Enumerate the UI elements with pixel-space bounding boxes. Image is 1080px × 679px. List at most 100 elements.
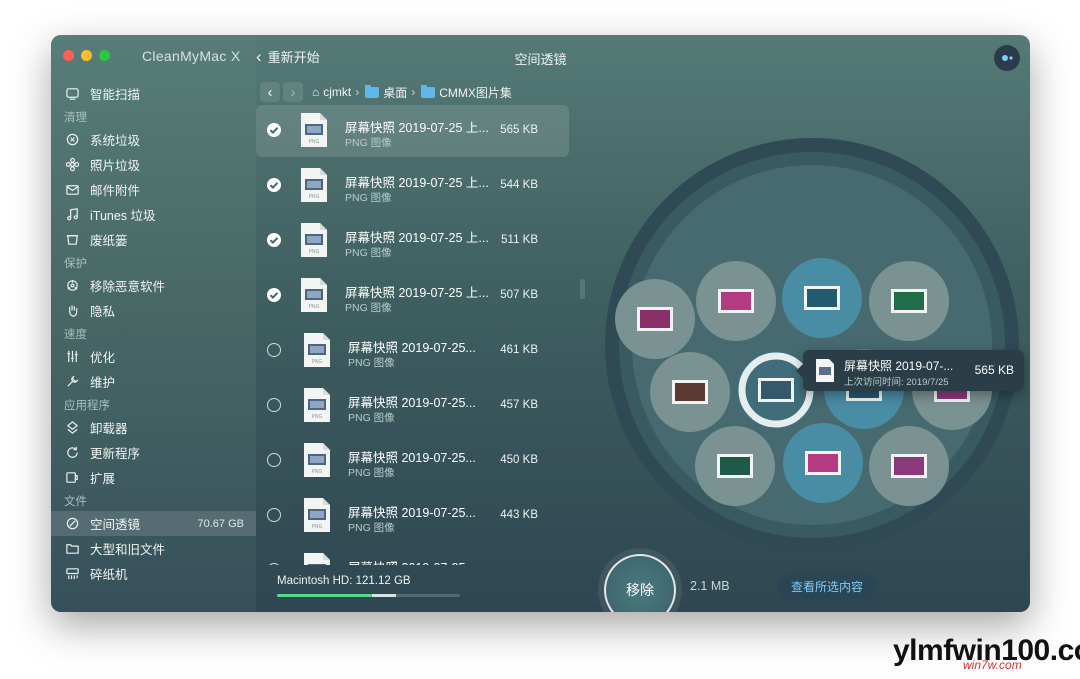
sidebar-item[interactable]: iTunes 垃圾 xyxy=(51,202,256,227)
sidebar-item[interactable]: 扩展 xyxy=(51,465,256,490)
sidebar-item-label: 更新程序 xyxy=(90,447,141,461)
sidebar-item-label: 废纸篓 xyxy=(90,234,128,248)
close-window-button[interactable] xyxy=(63,50,74,61)
sidebar-item-label: 移除恶意软件 xyxy=(90,280,166,294)
file-row[interactable]: PNG 屏幕快照 2019-07-25... PNG 图像 461 KB xyxy=(256,325,569,377)
file-name: 屏幕快照 2019-07-25... xyxy=(348,451,476,465)
trash-system-icon xyxy=(64,132,80,148)
png-file-icon: PNG xyxy=(304,553,330,565)
file-row[interactable]: PNG 屏幕快照 2019-07-25... PNG 图像 443 KB xyxy=(256,490,569,542)
file-name: 屏幕快照 2019-07-25 上... xyxy=(345,286,489,300)
file-type: PNG 图像 xyxy=(345,192,392,204)
sidebar-item-label: 碎纸机 xyxy=(90,568,128,582)
space-lens-map xyxy=(580,138,1019,552)
zoom-window-button[interactable] xyxy=(99,50,110,61)
png-file-icon: PNG xyxy=(301,278,327,312)
back-nav-button[interactable]: ‹ xyxy=(260,82,280,102)
tooltip-file-name: 屏幕快照 2019-07-... xyxy=(844,359,954,373)
file-icon-label: PNG xyxy=(312,469,323,475)
file-size: 565 KB xyxy=(500,124,538,136)
file-row[interactable]: PNG 屏幕快照 2019-07-25 上... PNG 图像 511 KB xyxy=(256,215,569,267)
file-row[interactable]: PNG屏幕快照 2019-07-25...PNG 图像 xyxy=(256,545,569,565)
file-row[interactable]: PNG 屏幕快照 2019-07-25 上... PNG 图像 507 KB xyxy=(256,270,569,322)
file-row[interactable]: PNG 屏幕快照 2019-07-25 上... PNG 图像 544 KB xyxy=(256,160,569,212)
shredder-icon xyxy=(64,566,80,582)
biohazard-icon xyxy=(64,278,80,294)
checkmark-icon xyxy=(269,237,279,245)
file-list: PNG 屏幕快照 2019-07-25 上... PNG 图像 565 KB PNG 屏幕… xyxy=(256,105,569,565)
tooltip-file-size: 565 KB xyxy=(974,363,1014,377)
breadcrumb-desktop[interactable]: 桌面 xyxy=(365,84,407,101)
file-icon-label: PNG xyxy=(309,194,320,200)
file-icon-label: PNG xyxy=(309,304,320,310)
sidebar-item[interactable]: 碎纸机 xyxy=(51,561,256,586)
sidebar-item[interactable]: 大型和旧文件 xyxy=(51,536,256,561)
folder-bubble[interactable] xyxy=(650,352,730,432)
sidebar-item[interactable]: 维护 xyxy=(51,369,256,394)
sidebar-item[interactable]: 隐私 xyxy=(51,298,256,323)
wrench-icon xyxy=(64,374,80,390)
thumbnail-image xyxy=(721,292,751,310)
sidebar-item[interactable]: 邮件附件 xyxy=(51,177,256,202)
sidebar-item[interactable]: 智能扫描 xyxy=(51,81,256,106)
sidebar-item[interactable]: 废纸篓 xyxy=(51,227,256,252)
sidebar-item-label: 卸载器 xyxy=(90,422,128,436)
select-checkbox[interactable] xyxy=(267,123,281,137)
file-size: 443 KB xyxy=(500,509,538,521)
sidebar-item[interactable]: 移除恶意软件 xyxy=(51,273,256,298)
scan-icon xyxy=(64,86,80,102)
select-checkbox[interactable] xyxy=(267,178,281,192)
folder-bubble[interactable] xyxy=(869,261,949,341)
sidebar-item[interactable]: 空间透镜 70.67 GB xyxy=(51,511,256,536)
breadcrumb: ‹ › ⌂ cjmkt › 桌面 › CMMX图片集 xyxy=(256,81,512,103)
forward-nav-button[interactable]: › xyxy=(283,82,303,102)
folder-bubble[interactable] xyxy=(696,261,776,341)
minimize-window-button[interactable] xyxy=(81,50,92,61)
music-icon xyxy=(64,207,80,223)
folder-bubble[interactable] xyxy=(615,279,695,359)
file-name: 屏幕快照 2019-07-25... xyxy=(348,341,476,355)
thumbnail-image xyxy=(894,457,924,475)
review-selected-button[interactable]: 查看所选内容 xyxy=(777,573,878,599)
select-checkbox[interactable] xyxy=(267,563,281,565)
file-size: 511 KB xyxy=(501,234,538,246)
select-checkbox[interactable] xyxy=(267,288,281,302)
breadcrumb-home[interactable]: ⌂ cjmkt xyxy=(312,85,351,99)
sidebar-item[interactable]: 优化 xyxy=(51,344,256,369)
sidebar-item[interactable]: 卸载器 xyxy=(51,415,256,440)
file-row[interactable]: PNG 屏幕快照 2019-07-25... PNG 图像 450 KB xyxy=(256,435,569,487)
select-checkbox[interactable] xyxy=(267,453,281,467)
watermark-sub: win7w.com xyxy=(963,658,1022,672)
flower-icon xyxy=(64,157,80,173)
file-row[interactable]: PNG 屏幕快照 2019-07-25 上... PNG 图像 565 KB xyxy=(256,105,569,157)
chevron-left-icon: ‹ xyxy=(256,47,262,66)
folder-bubble[interactable] xyxy=(695,426,775,506)
sidebar-nav: 智能扫描 清理 系统垃圾 照片垃圾 邮件附件 iTunes 垃圾 废纸篓 保护 移除恶意软件 隐私… xyxy=(51,81,256,586)
breadcrumb-folder[interactable]: CMMX图片集 xyxy=(421,84,512,101)
file-name: 屏幕快照 2019-07-25... xyxy=(348,557,476,565)
sidebar-item-label: 大型和旧文件 xyxy=(90,543,166,557)
assistant-button[interactable] xyxy=(994,45,1020,71)
folder-bubble[interactable] xyxy=(869,426,949,506)
png-file-icon xyxy=(816,359,834,382)
sidebar-item-label: 照片垃圾 xyxy=(90,159,141,173)
mail-icon xyxy=(64,182,80,198)
select-checkbox[interactable] xyxy=(267,398,281,412)
app-window: CleanMyMac X 智能扫描 清理 系统垃圾 照片垃圾 邮件附件 iTunes 垃圾… xyxy=(51,35,1030,612)
sidebar-item[interactable]: 系统垃圾 xyxy=(51,127,256,152)
tooltip-last-access: 上次访问时间: 2019/7/25 xyxy=(844,377,949,388)
file-row[interactable]: PNG 屏幕快照 2019-07-25... PNG 图像 457 KB xyxy=(256,380,569,432)
folder-bubble[interactable] xyxy=(782,258,862,338)
file-icon-label: PNG xyxy=(312,414,323,420)
file-type: PNG 图像 xyxy=(345,302,392,314)
select-checkbox[interactable] xyxy=(267,343,281,357)
folder-bubble[interactable] xyxy=(783,423,863,503)
sidebar-item[interactable]: 更新程序 xyxy=(51,440,256,465)
thumbnail-image xyxy=(894,292,924,310)
restart-button[interactable]: ‹ 重新开始 xyxy=(256,47,320,66)
sidebar-item[interactable]: 照片垃圾 xyxy=(51,152,256,177)
select-checkbox[interactable] xyxy=(267,508,281,522)
sidebar-section-title: 清理 xyxy=(64,112,87,124)
file-size: 450 KB xyxy=(500,454,538,466)
select-checkbox[interactable] xyxy=(267,233,281,247)
